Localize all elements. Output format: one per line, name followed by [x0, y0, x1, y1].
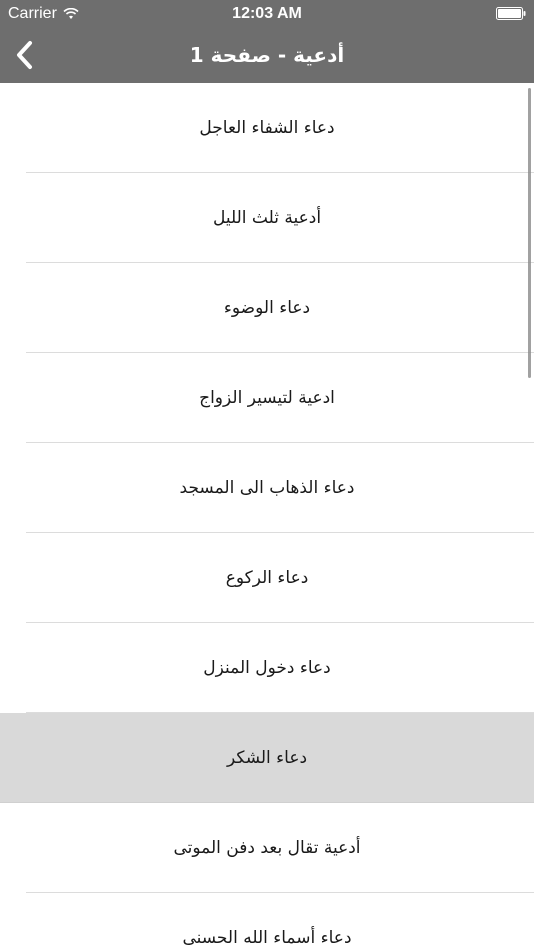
list-item-label: دعاء الشفاء العاجل: [199, 118, 335, 138]
list-item-selected[interactable]: دعاء الشكر: [0, 713, 534, 803]
list-item[interactable]: دعاء الذهاب الى المسجد: [0, 443, 534, 533]
list-item[interactable]: دعاء الركوع: [0, 533, 534, 623]
list-item-label: دعاء الوضوء: [223, 298, 311, 318]
list-item[interactable]: ادعية لتيسير الزواج: [0, 353, 534, 443]
list-item[interactable]: أدعية تقال بعد دفن الموتى: [0, 803, 534, 893]
status-bar: Carrier 12:03 AM: [0, 0, 534, 28]
list-item[interactable]: دعاء الوضوء: [0, 263, 534, 353]
navigation-bar: أدعية - صفحة 1: [0, 28, 534, 83]
list-item-label: دعاء الركوع: [225, 568, 309, 588]
list-item[interactable]: أدعية ثلث الليل: [0, 173, 534, 263]
list-item-label: أدعية ثلث الليل: [212, 208, 322, 228]
prayer-list[interactable]: دعاء الشفاء العاجل أدعية ثلث الليل دعاء …: [0, 83, 534, 950]
chevron-left-icon: [17, 41, 32, 69]
list-item-label: دعاء الشكر: [226, 748, 308, 768]
list-item-label: ادعية لتيسير الزواج: [199, 388, 335, 408]
list-item-label: دعاء الذهاب الى المسجد: [179, 478, 355, 498]
battery-icon: [496, 7, 526, 20]
list-item[interactable]: دعاء الشفاء العاجل: [0, 83, 534, 173]
list-item-label: دعاء دخول المنزل: [203, 658, 331, 678]
back-button[interactable]: [10, 36, 40, 74]
list-item[interactable]: دعاء أسماء الله الحسنى: [0, 893, 534, 950]
status-time: 12:03 AM: [232, 5, 302, 22]
scroll-indicator[interactable]: [528, 88, 531, 378]
list-item[interactable]: دعاء دخول المنزل: [0, 623, 534, 713]
page-title: أدعية - صفحة 1: [189, 43, 345, 67]
list-item-label: دعاء أسماء الله الحسنى: [182, 928, 352, 948]
list-item-label: أدعية تقال بعد دفن الموتى: [173, 838, 361, 858]
